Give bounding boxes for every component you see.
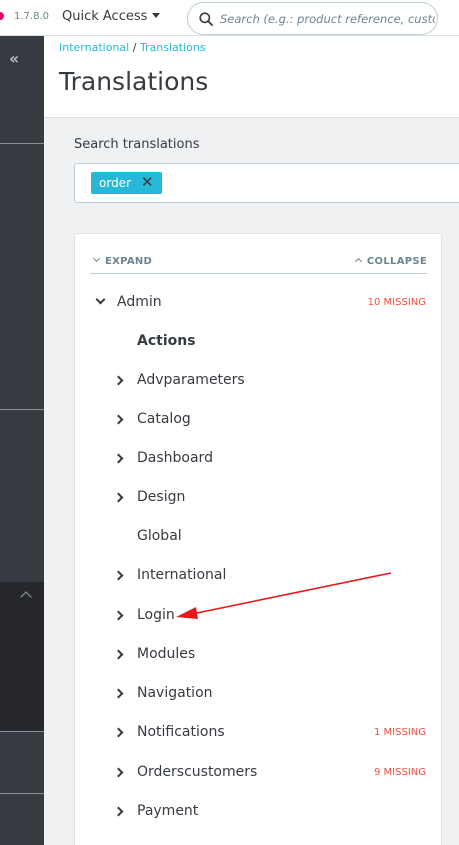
- expand-all-button[interactable]: EXPAND: [92, 254, 153, 267]
- collapse-label: COLLAPSE: [366, 256, 427, 267]
- chevron-right-icon[interactable]: [113, 610, 124, 621]
- translation-tree-panel: EXPAND COLLAPSE Admin 10 MISSING Actions…: [74, 233, 442, 845]
- chevron-right-icon[interactable]: [113, 453, 124, 464]
- tree-item-navigation[interactable]: Navigation: [75, 682, 441, 708]
- breadcrumb-international[interactable]: International: [59, 41, 129, 54]
- tree-toolbar: EXPAND COLLAPSE: [90, 252, 427, 274]
- chevron-right-icon[interactable]: [113, 414, 124, 425]
- tree-item-admin[interactable]: Admin 10 MISSING: [75, 291, 441, 317]
- global-search[interactable]: [187, 2, 438, 35]
- sidebar-divider: [0, 409, 44, 410]
- chevron-right-icon[interactable]: [113, 688, 124, 699]
- tree-item-label: Orderscustomers: [137, 764, 258, 780]
- tree-item-label: Modules: [137, 646, 196, 662]
- logo[interactable]: [0, 12, 4, 20]
- caret-down-icon: [152, 13, 161, 18]
- tree-item-label: Admin: [117, 294, 162, 310]
- search-tag-label: order: [99, 176, 131, 190]
- sidebar: ‹‹: [0, 36, 44, 845]
- tree-item-label: Advparameters: [137, 372, 245, 388]
- missing-count-badge: 10 MISSING: [367, 297, 426, 308]
- tree-item-actions[interactable]: Actions: [75, 330, 441, 356]
- quick-access-dropdown[interactable]: Quick Access: [62, 9, 161, 24]
- chevron-right-icon[interactable]: [113, 570, 124, 581]
- tree-item-label: Payment: [137, 803, 199, 819]
- chevron-up-icon: [354, 257, 362, 266]
- tree-item-global[interactable]: Global: [75, 525, 441, 551]
- chevron-right-icon[interactable]: [113, 492, 124, 503]
- search-translations-label: Search translations: [74, 137, 200, 152]
- tree-item-dashboard[interactable]: Dashboard: [75, 447, 441, 473]
- tree-item-label: Dashboard: [137, 450, 213, 466]
- sidebar-divider: [0, 793, 44, 794]
- quick-access-label: Quick Access: [62, 9, 148, 24]
- tree-item-label: International: [137, 567, 227, 583]
- version-label: 1.7.8.0: [14, 11, 49, 22]
- global-search-input[interactable]: [220, 9, 435, 29]
- tree-item-label: Login: [137, 607, 175, 623]
- top-header: 1.7.8.0 Quick Access: [0, 0, 459, 36]
- tree-item-login[interactable]: Login: [75, 604, 441, 630]
- tree-item-label: Catalog: [137, 411, 191, 427]
- chevron-down-icon: [92, 254, 101, 263]
- breadcrumb: International / Translations: [59, 41, 206, 54]
- missing-count-badge: 9 MISSING: [374, 767, 426, 778]
- tree-item-orderscustomers[interactable]: Orderscustomers 9 MISSING: [75, 761, 441, 787]
- sidebar-active-section[interactable]: [0, 582, 44, 731]
- tree-item-label: Design: [137, 489, 186, 505]
- tree-item-label: Navigation: [137, 685, 213, 701]
- sidebar-divider: [0, 143, 44, 144]
- chevron-down-icon[interactable]: [95, 294, 106, 305]
- sidebar-divider: [0, 731, 44, 732]
- tree-item-label: Actions: [137, 333, 196, 349]
- tree-item-label: Notifications: [137, 724, 225, 740]
- search-icon: [199, 12, 213, 26]
- breadcrumb-translations[interactable]: Translations: [140, 41, 206, 54]
- missing-count-badge: 1 MISSING: [374, 727, 426, 738]
- chevron-right-icon[interactable]: [113, 649, 124, 660]
- search-tag: order ✕: [91, 172, 162, 194]
- search-translations-input[interactable]: order ✕: [74, 163, 459, 203]
- tree-item-modules[interactable]: Modules: [75, 643, 441, 669]
- tree-item-notifications[interactable]: Notifications 1 MISSING: [75, 721, 441, 747]
- tree-item-advparameters[interactable]: Advparameters: [75, 369, 441, 395]
- chevron-right-icon[interactable]: [113, 375, 124, 386]
- tree-item-payment[interactable]: Payment: [75, 800, 441, 826]
- page-title: Translations: [59, 67, 209, 96]
- double-chevron-left-icon[interactable]: ‹‹: [9, 49, 19, 68]
- page-header: International / Translations Translation…: [44, 36, 459, 118]
- tree-item-label: Global: [137, 528, 182, 544]
- tree-item-international[interactable]: International: [75, 564, 441, 590]
- chevron-right-icon[interactable]: [113, 806, 124, 817]
- chevron-right-icon[interactable]: [113, 727, 124, 738]
- close-icon[interactable]: ✕: [141, 172, 154, 192]
- tree-item-design[interactable]: Design: [75, 486, 441, 512]
- chevron-right-icon[interactable]: [113, 767, 124, 778]
- tree-item-catalog[interactable]: Catalog: [75, 408, 441, 434]
- collapse-all-button[interactable]: COLLAPSE: [354, 256, 427, 267]
- breadcrumb-separator: /: [132, 41, 137, 54]
- expand-label: EXPAND: [105, 256, 153, 267]
